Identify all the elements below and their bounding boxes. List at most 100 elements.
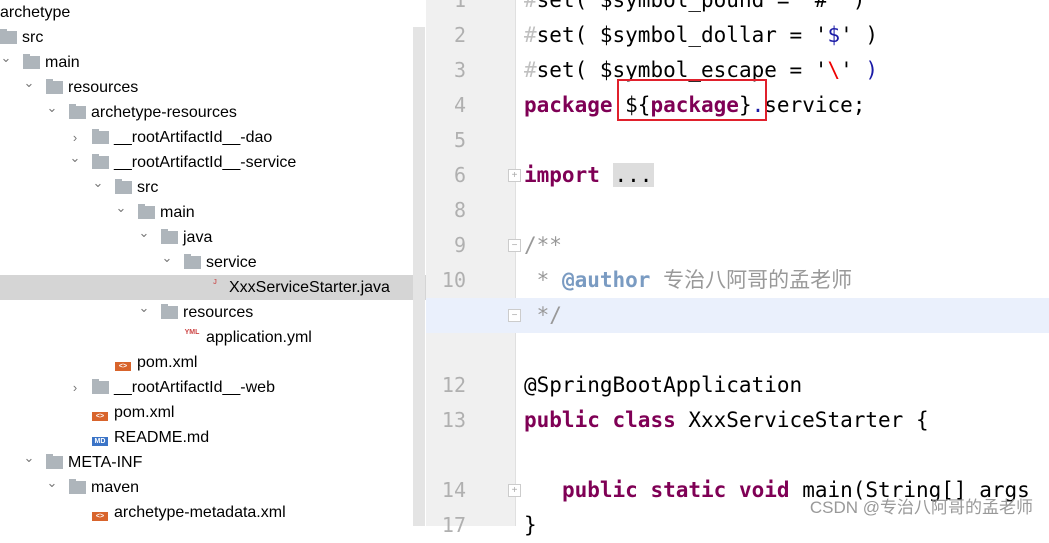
chevron-down-icon[interactable]: ⌄: [136, 220, 152, 245]
xml-file-icon: <>: [92, 412, 108, 421]
line-number: [426, 438, 466, 473]
tree-item-label: service: [206, 254, 257, 271]
tree-item[interactable]: MD README.md: [0, 425, 413, 450]
line-number: [426, 333, 466, 368]
folder-icon: [92, 129, 109, 144]
code-token: XxxServiceStarter {: [675, 408, 929, 432]
tree-item-label: META-INF: [68, 454, 143, 471]
tree-item-label: archetype: [0, 4, 71, 21]
tree-item-label: __rootArtifactId__-dao: [114, 129, 273, 146]
chevron-down-icon[interactable]: ⌄: [113, 195, 129, 220]
folder-icon: [46, 79, 63, 94]
line-number: 12: [441, 373, 466, 397]
chevron-down-icon[interactable]: ⌄: [21, 70, 37, 95]
code-token: import: [524, 163, 600, 187]
code-token: \: [827, 58, 841, 82]
folder-icon: [161, 304, 178, 319]
code-token: public: [561, 478, 638, 502]
chevron-down-icon[interactable]: ⌄: [90, 170, 106, 195]
chevron-down-icon[interactable]: ⌄: [44, 470, 60, 495]
code-line: public class XxxServiceStarter {: [524, 403, 929, 438]
code-token: *: [524, 268, 562, 292]
tree-item[interactable]: archetype: [0, 0, 413, 25]
tree-item[interactable]: J XxxServiceStarter.java: [0, 275, 426, 300]
line-number: 3: [453, 58, 466, 82]
code-editor[interactable]: 12345689101112131417 #set( $symbol_pound…: [426, 0, 1049, 537]
tree-item[interactable]: ⌄ java: [0, 225, 413, 250]
code-line: /**: [524, 228, 562, 263]
chevron-right-icon[interactable]: ›: [67, 375, 83, 400]
code-line: @SpringBootApplication: [524, 368, 802, 403]
tree-item[interactable]: ⌄ __rootArtifactId__-service: [0, 150, 413, 175]
fold-expand-icon[interactable]: +: [508, 169, 521, 182]
project-tree: archetype src ⌄ main ⌄ resources ⌄ archetype-re…: [0, 0, 426, 526]
chevron-down-icon[interactable]: ⌄: [0, 45, 14, 70]
tree-item-label: __rootArtifactId__-web: [114, 379, 275, 396]
folder-icon: [92, 379, 109, 394]
tree-item[interactable]: ⌄ service: [0, 250, 413, 275]
watermark: CSDN @专治八阿哥的孟老师: [809, 498, 1033, 517]
code-line: import ...: [524, 158, 655, 193]
tree-item-label: main: [45, 54, 80, 71]
line-number: 13: [441, 408, 466, 432]
tree-item[interactable]: ⌄ main: [0, 200, 413, 225]
code-token: ): [865, 58, 879, 82]
tree-item[interactable]: YML application.yml: [0, 325, 413, 350]
line-number: 10: [441, 268, 466, 292]
code-token: public: [524, 408, 600, 432]
code-token: set( $symbol_pound = '#' ): [536, 0, 866, 12]
code-token: /**: [524, 233, 562, 257]
tree-item[interactable]: ⌄ archetype-resources: [0, 100, 413, 125]
tree-item-label: application.yml: [206, 329, 312, 346]
code-token: class: [612, 408, 676, 432]
code-token: #: [524, 58, 537, 82]
code-line: */: [524, 298, 562, 333]
tree-scrollbar[interactable]: [413, 27, 425, 526]
tree-item-label: archetype-resources: [91, 104, 237, 121]
tree-item[interactable]: ⌄ src: [0, 175, 413, 200]
tree-item[interactable]: ⌄ main: [0, 50, 413, 75]
chevron-down-icon[interactable]: ⌄: [67, 145, 83, 170]
tree-item[interactable]: › __rootArtifactId__-dao: [0, 125, 413, 150]
tree-item[interactable]: › __rootArtifactId__-web: [0, 375, 413, 400]
xml-file-icon: <>: [115, 362, 131, 371]
code-token: ...: [612, 163, 655, 187]
tree-item[interactable]: ⌄ maven: [0, 475, 413, 500]
code-line: #set( $symbol_pound = '#' ): [524, 0, 865, 18]
tree-item[interactable]: <> pom.xml: [0, 350, 413, 375]
highlight-box: [617, 79, 767, 121]
chevron-down-icon[interactable]: ⌄: [136, 295, 152, 320]
line-gutter: 12345689101112131417: [426, 0, 516, 537]
tree-item[interactable]: <> pom.xml: [0, 400, 413, 425]
folder-icon: [23, 54, 40, 69]
folder-icon: [69, 104, 86, 119]
code-line: #set( $symbol_dollar = '$' ): [524, 18, 878, 53]
chevron-down-icon[interactable]: ⌄: [44, 95, 60, 120]
folder-icon: [0, 29, 17, 44]
tree-item[interactable]: ⌄ resources: [0, 300, 413, 325]
chevron-down-icon[interactable]: ⌄: [21, 445, 37, 470]
tree-item[interactable]: ⌄ resources: [0, 75, 413, 100]
fold-expand-icon[interactable]: +: [508, 484, 521, 497]
code-token: package: [524, 93, 613, 117]
tree-item[interactable]: ⌄ META-INF: [0, 450, 413, 475]
code-token: */: [524, 303, 562, 327]
chevron-down-icon[interactable]: ⌄: [159, 245, 175, 270]
tree-item-label: pom.xml: [114, 404, 175, 421]
tree-item[interactable]: <> archetype-metadata.xml: [0, 500, 413, 525]
tree-item-label: resources: [183, 304, 254, 321]
tree-item-label: maven: [91, 479, 140, 496]
tree-item[interactable]: src: [0, 25, 413, 50]
tree-item-label: src: [137, 179, 159, 196]
code-token: 专治八阿哥的孟老师: [650, 268, 853, 292]
tree-item-label: resources: [68, 79, 139, 96]
fold-collapse-icon[interactable]: −: [508, 309, 521, 322]
line-number: 5: [453, 128, 466, 152]
code-token: @author: [561, 268, 651, 292]
fold-collapse-icon[interactable]: −: [508, 239, 521, 252]
line-number: 1: [453, 0, 466, 12]
folder-icon: [184, 254, 201, 269]
line-number: 2: [453, 23, 466, 47]
